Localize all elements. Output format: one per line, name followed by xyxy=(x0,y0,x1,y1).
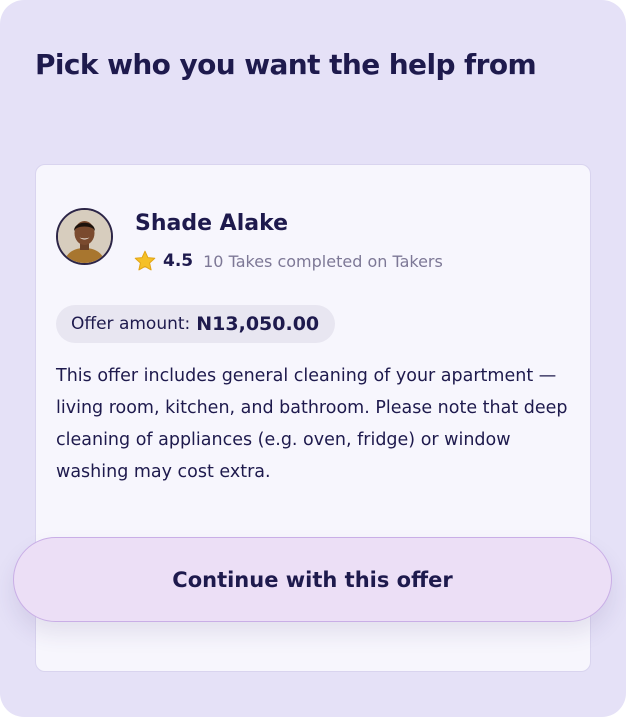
offer-description: This offer includes general cleaning of … xyxy=(56,366,568,482)
rating-row: 4.5 10 Takes completed on Takers xyxy=(133,248,443,274)
offer-amount-label: Offer amount: xyxy=(71,314,191,334)
helper-name: Shade Alake xyxy=(135,211,289,236)
profile-photo-icon xyxy=(58,210,111,263)
star-icon xyxy=(134,250,156,271)
takes-completed: 10 Takes completed on Takers xyxy=(203,251,443,271)
continue-button[interactable]: Continue with this offer xyxy=(13,537,612,622)
offer-amount-badge: Offer amount: N13,050.00 xyxy=(56,305,336,343)
avatar xyxy=(56,208,113,265)
offer-amount-value: N13,050.00 xyxy=(196,313,320,335)
page-title: Pick who you want the help from xyxy=(35,48,537,81)
offer-selection-panel: Pick who you want the help from Shade Al… xyxy=(0,0,626,717)
rating-value: 4.5 xyxy=(163,251,194,271)
continue-button-label: Continue with this offer xyxy=(172,567,453,592)
